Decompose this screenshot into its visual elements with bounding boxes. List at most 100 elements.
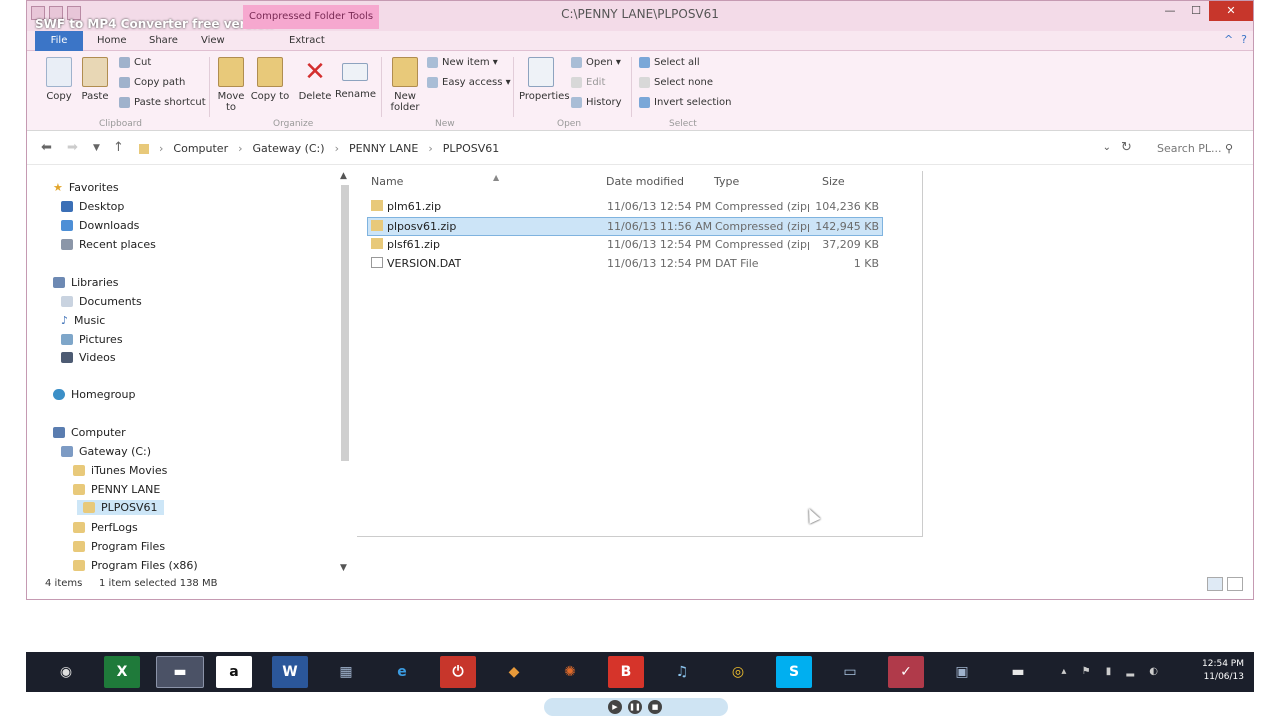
taskbar-excel-icon[interactable]: X [104,656,140,688]
column-header-size[interactable]: Size [822,175,845,188]
address-dropdown-chevron-icon[interactable]: ⌄ [1103,142,1111,153]
up-arrow-icon[interactable]: ↑ [113,140,124,155]
taskbar-calculator-icon[interactable]: ▦ [328,656,364,688]
scroll-down-arrow-icon[interactable]: ▼ [340,563,347,573]
back-arrow-icon[interactable]: ⬅ [41,140,52,155]
taskbar-network-app-icon[interactable]: ▣ [944,656,980,688]
title-bar[interactable]: SWF to MP4 Converter free version Compre… [27,1,1253,31]
taskbar-folder-app-icon[interactable]: ▬ [1000,656,1036,688]
easy-access-button[interactable]: Easy access ▾ [427,77,511,88]
nav-scrollbar[interactable]: ▲ ▼ [339,171,351,575]
column-header-date[interactable]: Date modified [606,175,684,188]
nav-documents[interactable]: Documents [61,295,142,308]
taskbar-monitor-app-icon[interactable]: ▭ [832,656,868,688]
new-item-button[interactable]: New item ▾ [427,57,498,68]
scroll-up-arrow-icon[interactable]: ▲ [340,171,347,181]
taskbar-b-app-icon[interactable]: B [608,656,644,688]
nav-penny-lane[interactable]: PENNY LANE [73,483,160,496]
nav-homegroup[interactable]: Homegroup [53,388,135,401]
taskbar-skype-icon[interactable]: S [776,656,812,688]
new-folder-button[interactable]: New folder [385,55,425,113]
search-input[interactable]: Search PL... ⚲ [1151,138,1237,160]
taskbar-amazon-icon[interactable]: a [216,656,252,688]
help-icon[interactable]: ? [1241,33,1247,46]
address-box[interactable]: › Computer › Gateway (C:) › PENNY LANE ›… [131,138,1125,160]
copy-to-button[interactable]: Copy to [250,55,290,102]
nav-favorites[interactable]: ★ Favorites [53,181,119,194]
tab-home[interactable]: Home [97,31,127,51]
file-row-plm61[interactable]: plm61.zip 11/06/13 12:54 PM Compressed (… [367,198,883,217]
copy-path-button[interactable]: Copy path [119,77,185,88]
stop-icon[interactable]: ■ [648,700,662,714]
nav-gateway-drive[interactable]: Gateway (C:) [61,445,151,458]
nav-program-files-x86[interactable]: Program Files (x86) [73,559,198,572]
forward-arrow-icon[interactable]: ➡ [67,140,78,155]
recent-places-icon [61,239,73,250]
breadcrumb-plposv61[interactable]: PLPOSV61 [443,142,500,155]
nav-libraries[interactable]: Libraries [53,276,119,289]
nav-program-files[interactable]: Program Files [73,540,165,553]
taskbar-eye-app-icon[interactable]: ◉ [48,656,84,688]
nav-videos[interactable]: Videos [61,351,116,364]
move-to-button[interactable]: Move to [211,55,251,113]
history-button[interactable]: History [571,97,622,108]
cut-button[interactable]: Cut [119,57,151,68]
invert-selection-button[interactable]: Invert selection [639,97,732,108]
taskbar-file-explorer-icon[interactable]: ▬ [156,656,204,688]
nav-pictures[interactable]: Pictures [61,333,123,346]
select-none-button[interactable]: Select none [639,77,713,88]
play-icon[interactable]: ▶ [608,700,622,714]
refresh-icon[interactable]: ↻ [1121,140,1132,155]
breadcrumb-penny-lane[interactable]: PENNY LANE [349,142,418,155]
nav-plposv61[interactable]: PLPOSV61 [77,500,164,515]
pause-icon[interactable]: ❚❚ [628,700,642,714]
properties-button[interactable]: Properties [519,55,570,102]
group-label-organize: Organize [273,119,314,129]
select-all-button[interactable]: Select all [639,57,700,68]
column-header-type[interactable]: Type [714,175,739,188]
paste-shortcut-button[interactable]: Paste shortcut [119,97,206,108]
large-icons-view-icon[interactable] [1227,577,1243,591]
taskbar-power-icon[interactable]: ⏻ [440,656,476,688]
taskbar-internet-explorer-icon[interactable]: e [384,656,420,688]
taskbar-itunes-icon[interactable]: ♫ [664,656,700,688]
taskbar-ubuntu-icon[interactable]: ✺ [552,656,588,688]
nav-recent-places[interactable]: Recent places [61,238,156,251]
rename-button[interactable]: Rename [335,55,376,100]
file-row-plposv61[interactable]: plposv61.zip 11/06/13 11:56 AM Compresse… [367,217,883,236]
open-button[interactable]: Open ▾ [571,57,621,68]
chevron-up-icon[interactable]: ^ [1224,33,1233,46]
edit-button[interactable]: Edit [571,77,605,88]
maximize-button[interactable]: ☐ [1183,1,1209,21]
tab-view[interactable]: View [201,31,225,51]
copy-button[interactable]: Copy [39,55,79,102]
file-row-version-dat[interactable]: VERSION.DAT 11/06/13 12:54 PM DAT File 1… [367,255,883,274]
delete-button[interactable]: ✕ Delete [295,55,335,102]
nav-itunes-movies[interactable]: iTunes Movies [73,464,167,477]
details-view-icon[interactable] [1207,577,1223,591]
taskbar-chrome-icon[interactable]: ◎ [720,656,756,688]
tab-file[interactable]: File [35,31,83,51]
column-header-name[interactable]: Name ▲ [371,173,499,188]
scrollbar-thumb[interactable] [341,185,349,461]
file-row-plsf61[interactable]: plsf61.zip 11/06/13 12:54 PM Compressed … [367,236,883,255]
system-tray-icons[interactable]: ▴ ⚑ ▮ ▂ ◐ [1061,666,1164,677]
tab-share[interactable]: Share [149,31,178,51]
ribbon-divider [631,57,632,117]
breadcrumb-gateway[interactable]: Gateway (C:) [253,142,325,155]
nav-computer[interactable]: Computer [53,426,126,439]
nav-desktop[interactable]: Desktop [61,200,124,213]
paste-button[interactable]: Paste [75,55,115,102]
nav-music[interactable]: ♪ Music [61,314,105,327]
taskbar-word-icon[interactable]: W [272,656,308,688]
minimize-button[interactable]: — [1157,1,1183,21]
taskbar-clock[interactable]: 12:54 PM 11/06/13 [1202,658,1244,684]
close-button[interactable]: ✕ [1209,1,1253,21]
taskbar-media-app-icon[interactable]: ◆ [496,656,532,688]
nav-perflogs[interactable]: PerfLogs [73,521,138,534]
taskbar-checklist-app-icon[interactable]: ✓ [888,656,924,688]
recent-locations-chevron-icon[interactable]: ▼ [93,143,100,153]
nav-downloads[interactable]: Downloads [61,219,139,232]
breadcrumb-computer[interactable]: Computer [173,142,228,155]
tab-extract[interactable]: Extract [289,31,325,51]
